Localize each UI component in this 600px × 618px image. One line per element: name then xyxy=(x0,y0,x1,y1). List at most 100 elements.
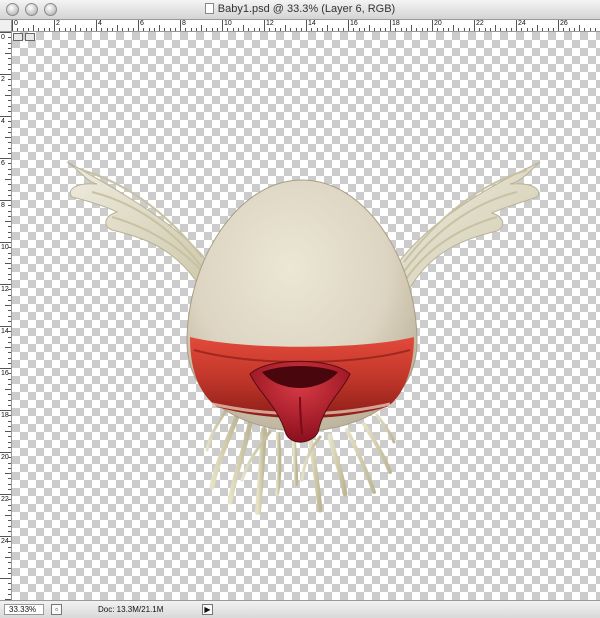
ruler-tick xyxy=(70,28,71,31)
ruler-tick xyxy=(91,28,92,31)
ruler-tick xyxy=(191,28,192,31)
ruler-tick xyxy=(385,28,386,31)
ruler-tick xyxy=(8,300,11,301)
ruler-tick xyxy=(374,28,375,31)
ruler-tick xyxy=(8,274,11,275)
ruler-tick xyxy=(128,28,129,31)
ruler-tick xyxy=(8,421,11,422)
ruler-tick xyxy=(0,578,11,579)
ruler-tick xyxy=(8,295,11,296)
horizontal-ruler[interactable]: 0 2 4 6 8 10 12 14 16 18 20 22 24 26 xyxy=(12,20,600,32)
zoom-level-field[interactable]: 33.33% xyxy=(4,604,44,615)
ruler-tick xyxy=(427,28,428,31)
ruler-tick xyxy=(8,268,11,269)
ruler-tick xyxy=(259,28,260,31)
left-wing xyxy=(66,161,213,283)
ruler-tick xyxy=(8,594,11,595)
ruler-tick xyxy=(290,28,291,31)
ruler-tick xyxy=(8,520,11,521)
ruler-label-h: 4 xyxy=(98,20,102,27)
ruler-tick xyxy=(5,557,11,558)
ruler-tick xyxy=(254,28,255,31)
ruler-tick xyxy=(8,426,11,427)
ruler-tick xyxy=(532,28,533,31)
document-canvas[interactable] xyxy=(12,32,600,600)
ruler-tick xyxy=(107,28,108,31)
ruler-label-h: 22 xyxy=(476,20,484,27)
ruler-tick xyxy=(264,20,265,31)
page-icon[interactable]: ▫ xyxy=(51,604,62,615)
ruler-tick xyxy=(38,28,39,31)
ruler-tick xyxy=(8,589,11,590)
status-menu-arrow-icon[interactable]: ▶ xyxy=(202,604,213,615)
right-wing xyxy=(391,161,541,289)
ruler-tick xyxy=(275,28,276,31)
ruler-tick xyxy=(149,28,150,31)
ruler-tick xyxy=(233,28,234,31)
ruler-tick xyxy=(0,536,11,537)
ruler-tick xyxy=(159,25,160,31)
ruler-label-v: 2 xyxy=(1,76,5,83)
ruler-tick xyxy=(138,20,139,31)
ruler-label-h: 26 xyxy=(560,20,568,27)
ruler-tick xyxy=(5,473,11,474)
ruler-tick xyxy=(86,28,87,31)
ruler-tick xyxy=(338,28,339,31)
ruler-tick xyxy=(474,20,475,31)
ruler-tick xyxy=(201,25,202,31)
ruler-tick xyxy=(280,28,281,31)
ruler-tick xyxy=(0,200,11,201)
quick-mask-toggles xyxy=(13,33,37,42)
ruler-tick xyxy=(8,211,11,212)
document-proxy-icon[interactable] xyxy=(204,3,214,14)
ruler-tick xyxy=(5,389,11,390)
ruler-tick xyxy=(8,253,11,254)
ruler-label-h: 14 xyxy=(308,20,316,27)
ruler-tick xyxy=(8,148,11,149)
ruler-label-h: 16 xyxy=(350,20,358,27)
ruler-tick xyxy=(390,20,391,31)
ruler-tick xyxy=(65,28,66,31)
ruler-tick xyxy=(5,515,11,516)
ruler-tick xyxy=(269,28,270,31)
ruler-label-h: 18 xyxy=(392,20,400,27)
ruler-tick xyxy=(80,28,81,31)
ruler-tick xyxy=(8,232,11,233)
ruler-tick xyxy=(8,394,11,395)
ruler-tick xyxy=(5,95,11,96)
ruler-tick xyxy=(8,226,11,227)
ruler-tick xyxy=(327,25,328,31)
ruler-label-h: 8 xyxy=(182,20,186,27)
ruler-tick xyxy=(8,111,11,112)
ruler-tick xyxy=(117,25,118,31)
ruler-label-h: 10 xyxy=(224,20,232,27)
ruler-origin[interactable] xyxy=(0,20,12,32)
ruler-tick xyxy=(448,28,449,31)
vertical-ruler[interactable]: 0 2 4 6 8 10 12 14 16 18 20 22 24 xyxy=(0,32,12,600)
standard-mode-icon[interactable] xyxy=(13,33,23,41)
ruler-tick xyxy=(296,28,297,31)
title-bar[interactable]: Baby1.psd @ 33.3% (Layer 6, RGB) xyxy=(0,0,600,20)
ruler-tick xyxy=(348,20,349,31)
ruler-tick xyxy=(8,184,11,185)
ruler-tick xyxy=(8,489,11,490)
ruler-tick xyxy=(8,358,11,359)
ruler-tick xyxy=(458,28,459,31)
ruler-tick xyxy=(8,169,11,170)
baby-egg-artwork xyxy=(66,161,541,515)
ruler-tick xyxy=(8,478,11,479)
ruler-tick xyxy=(8,583,11,584)
ruler-tick xyxy=(317,28,318,31)
ruler-tick xyxy=(8,337,11,338)
ruler-tick xyxy=(8,541,11,542)
ruler-tick xyxy=(542,28,543,31)
ruler-tick xyxy=(563,28,564,31)
ruler-tick xyxy=(285,25,286,31)
window-title-area: Baby1.psd @ 33.3% (Layer 6, RGB) xyxy=(0,3,600,15)
ruler-tick xyxy=(8,352,11,353)
ruler-label-h: 20 xyxy=(434,20,442,27)
mask-mode-icon[interactable] xyxy=(25,33,35,41)
ruler-tick xyxy=(8,573,11,574)
ruler-tick xyxy=(8,405,11,406)
ruler-tick xyxy=(5,53,11,54)
